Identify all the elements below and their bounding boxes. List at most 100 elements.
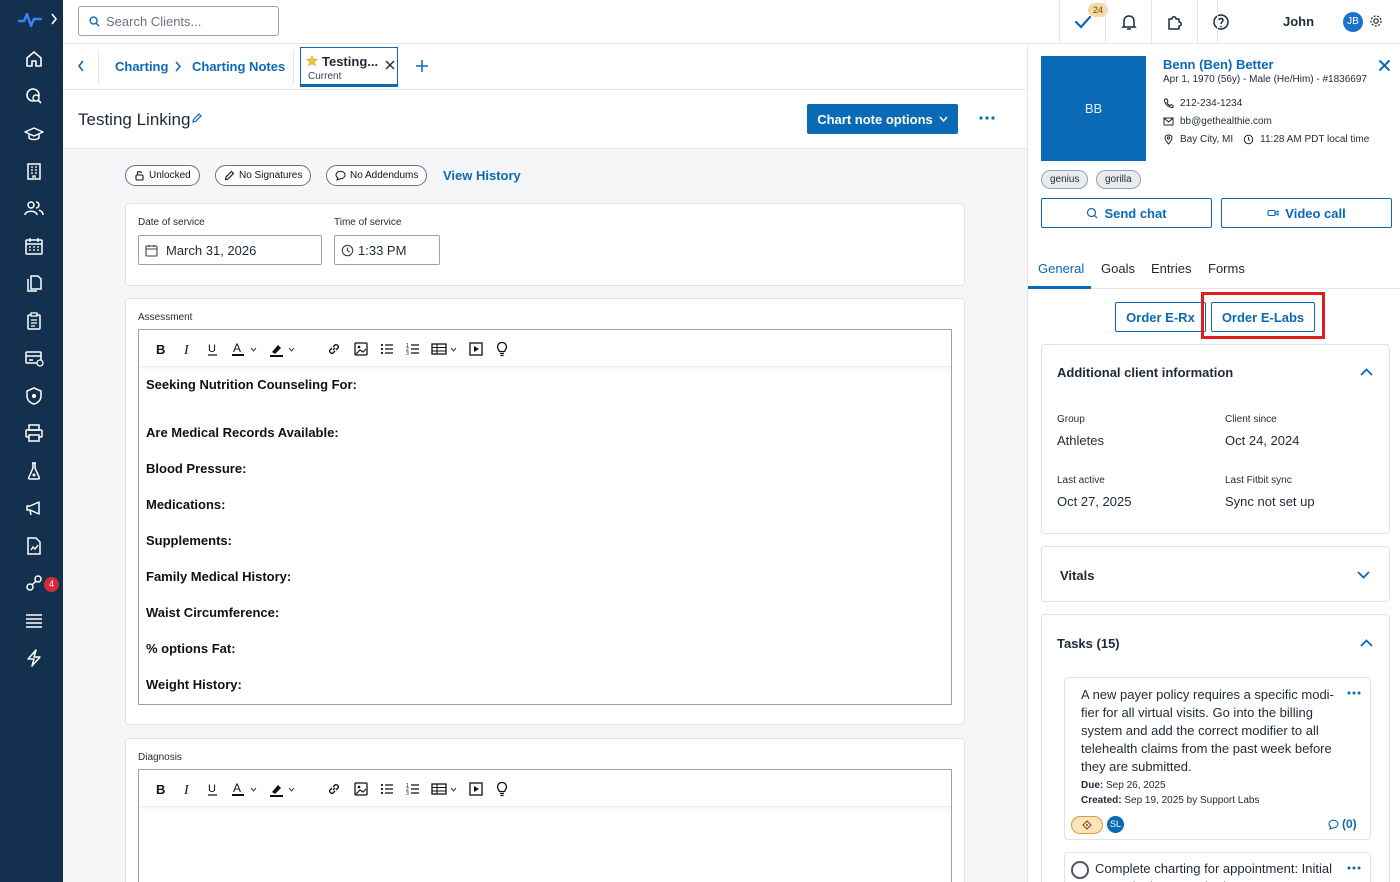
chevron-down-icon[interactable]	[1357, 571, 1370, 579]
back-button[interactable]	[71, 56, 91, 76]
no-signatures-pill[interactable]: No Signatures	[215, 165, 312, 186]
more-options-icon[interactable]	[979, 116, 995, 120]
tab-entries[interactable]: Entries	[1151, 261, 1191, 276]
rail-lists[interactable]	[22, 609, 46, 633]
client-name[interactable]: Benn (Ben) Better	[1163, 57, 1274, 72]
image-button[interactable]	[353, 340, 369, 358]
tab-goals[interactable]: Goals	[1101, 261, 1135, 276]
numbered-list-button[interactable]: 123	[405, 340, 421, 358]
link-button[interactable]	[326, 780, 342, 798]
rail-integrations[interactable]	[22, 571, 46, 595]
task-item[interactable]: A new payer policy requires a specific m…	[1064, 677, 1371, 840]
current-note-tab[interactable]: Testing... Current	[300, 47, 398, 87]
additional-info-title[interactable]: Additional client information	[1057, 365, 1233, 380]
rail-billing[interactable]	[22, 346, 46, 370]
highlight-button[interactable]	[269, 340, 295, 358]
rail-home[interactable]	[22, 47, 46, 71]
time-of-service-field[interactable]: 1:33 PM	[334, 235, 440, 265]
rail-marketing[interactable]	[22, 496, 46, 520]
ai-suggest-button[interactable]	[494, 780, 510, 798]
media-button[interactable]	[468, 340, 484, 358]
assessment-content[interactable]: Seeking Nutrition Counseling For: Are Me…	[139, 367, 951, 723]
tasks-button[interactable]: 24	[1059, 0, 1108, 44]
task-priority-chip[interactable]	[1071, 816, 1103, 834]
diagnosis-editor[interactable]: B I U A 123	[138, 769, 952, 882]
text-color-button[interactable]: A	[231, 340, 257, 358]
rail-clients[interactable]	[22, 196, 46, 220]
search-icon	[89, 15, 100, 27]
ai-suggest-button[interactable]	[494, 340, 510, 358]
rail-automations[interactable]	[22, 646, 46, 670]
bullet-list-button[interactable]	[379, 340, 395, 358]
assessment-editor[interactable]: B I U A 123 Seeking Nutrition Counseling…	[138, 329, 952, 705]
rail-forms[interactable]	[22, 309, 46, 333]
bold-button[interactable]: B	[153, 340, 169, 358]
close-icon[interactable]	[385, 60, 395, 70]
table-button[interactable]	[431, 340, 457, 358]
vitals-card[interactable]: Vitals	[1041, 546, 1390, 602]
client-since-value: Oct 24, 2024	[1225, 433, 1300, 448]
chevron-up-icon[interactable]	[1360, 639, 1373, 647]
rail-learning[interactable]	[22, 122, 46, 146]
rail-labs[interactable]	[22, 459, 46, 483]
italic-button[interactable]: I	[179, 340, 195, 358]
search-input[interactable]	[106, 13, 266, 29]
chevron-up-icon[interactable]	[1360, 368, 1373, 376]
pencil-icon[interactable]	[191, 112, 203, 124]
media-button[interactable]	[468, 780, 484, 798]
user-menu[interactable]: John JB	[1217, 0, 1400, 44]
rail-organization[interactable]	[22, 159, 46, 183]
client-email[interactable]: bb@gethealthie.com	[1163, 116, 1272, 127]
expand-chevron-icon[interactable]	[50, 12, 58, 26]
more-options-icon[interactable]	[1347, 691, 1361, 695]
due-label: Due:	[1081, 780, 1104, 791]
highlight-button[interactable]	[269, 780, 295, 798]
client-tag[interactable]: genius	[1041, 170, 1089, 189]
breadcrumb-charting[interactable]: Charting	[115, 59, 168, 74]
breadcrumb-charting-notes[interactable]: Charting Notes	[192, 59, 285, 74]
lightbulb-icon	[496, 781, 508, 797]
order-erx-button[interactable]: Order E-Rx	[1115, 302, 1206, 332]
tasks-title[interactable]: Tasks (15)	[1057, 636, 1120, 651]
italic-button[interactable]: I	[179, 780, 195, 798]
tab-general[interactable]: General	[1038, 261, 1084, 276]
note-body[interactable]: Unlocked No Signatures No Addendums View…	[63, 149, 1027, 882]
client-tag[interactable]: gorilla	[1096, 170, 1141, 189]
link-button[interactable]	[326, 340, 342, 358]
date-of-service-field[interactable]: March 31, 2026	[138, 235, 322, 265]
underline-button[interactable]: U	[205, 340, 221, 358]
text-color-button[interactable]: A	[231, 780, 257, 798]
star-icon[interactable]	[306, 55, 318, 67]
send-chat-button[interactable]: Send chat	[1041, 198, 1212, 228]
video-call-button[interactable]: Video call	[1221, 198, 1392, 228]
no-addendums-pill[interactable]: No Addendums	[326, 165, 428, 186]
unlocked-pill[interactable]: Unlocked	[125, 165, 200, 186]
gear-icon[interactable]	[1369, 14, 1383, 28]
client-phone[interactable]: 212-234-1234	[1163, 98, 1242, 109]
numbered-list-button[interactable]: 123	[405, 780, 421, 798]
table-button[interactable]	[431, 780, 457, 798]
chart-note-options-button[interactable]: Chart note options	[807, 104, 958, 134]
rail-security[interactable]	[22, 384, 46, 408]
task-item[interactable]: Complete charting for appointment: Initi…	[1064, 852, 1371, 882]
tab-forms[interactable]: Forms	[1208, 261, 1245, 276]
client-search[interactable]	[78, 6, 279, 36]
image-button[interactable]	[353, 780, 369, 798]
view-history-link[interactable]: View History	[443, 168, 521, 183]
integrations-top-button[interactable]	[1151, 0, 1197, 44]
task-complete-checkbox[interactable]	[1071, 861, 1089, 879]
close-icon[interactable]	[1378, 59, 1391, 72]
bold-button[interactable]: B	[153, 780, 169, 798]
more-options-icon[interactable]	[1347, 866, 1361, 870]
rail-reports[interactable]	[22, 534, 46, 558]
rail-chat-search[interactable]	[22, 84, 46, 108]
rail-documents[interactable]	[22, 271, 46, 295]
underline-button[interactable]: U	[205, 780, 221, 798]
bullet-list-button[interactable]	[379, 780, 395, 798]
add-tab-icon[interactable]	[415, 59, 429, 73]
rail-calendar[interactable]	[22, 234, 46, 258]
rail-print[interactable]	[22, 421, 46, 445]
logo-icon[interactable]	[18, 10, 42, 30]
task-comments[interactable]: (0)	[1328, 817, 1357, 831]
notifications-button[interactable]	[1105, 0, 1151, 44]
